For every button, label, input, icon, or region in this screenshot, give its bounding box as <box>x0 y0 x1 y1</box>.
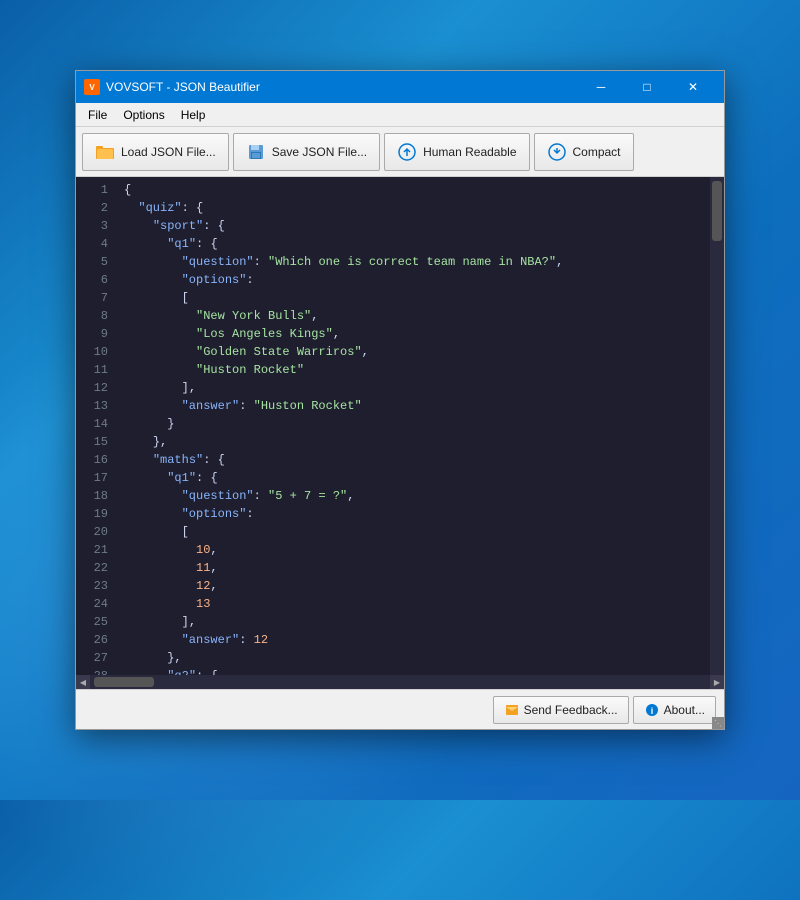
window-title: VOVSOFT - JSON Beautifier <box>106 80 578 94</box>
vertical-scrollbar[interactable] <box>710 177 724 675</box>
window-controls: ─ □ ✕ <box>578 71 716 103</box>
footer-bar: Send Feedback... i About... <box>76 689 724 729</box>
menu-bar: File Options Help <box>76 103 724 127</box>
save-json-label: Save JSON File... <box>272 145 367 159</box>
close-button[interactable]: ✕ <box>670 71 716 103</box>
scrollbar-thumb-v[interactable] <box>712 181 722 241</box>
scrollbar-thumb-h[interactable] <box>94 677 154 687</box>
editor-scroll-area: 1 2 3 4 5 6 7 8 9 10 11 12 13 14 15 16 1 <box>76 177 724 675</box>
about-button[interactable]: i About... <box>633 696 716 724</box>
compact-label: Compact <box>573 145 621 159</box>
compact-icon <box>547 142 567 162</box>
human-readable-label: Human Readable <box>423 145 516 159</box>
maximize-button[interactable]: □ <box>624 71 670 103</box>
code-editor[interactable]: 1 2 3 4 5 6 7 8 9 10 11 12 13 14 15 16 1 <box>76 177 724 689</box>
horizontal-scrollbar[interactable]: ◀ ▶ <box>76 675 724 689</box>
toolbar: Load JSON File... Save JSON File... <box>76 127 724 177</box>
compact-button[interactable]: Compact <box>534 133 634 171</box>
scroll-left-arrow[interactable]: ◀ <box>76 675 90 689</box>
app-icon: V <box>84 79 100 95</box>
save-icon <box>246 142 266 162</box>
code-content[interactable]: { "quiz": { "sport": { "q1": { "question… <box>116 177 710 675</box>
main-window: V VOVSOFT - JSON Beautifier ─ □ ✕ File O… <box>75 70 725 730</box>
load-json-button[interactable]: Load JSON File... <box>82 133 229 171</box>
minimize-button[interactable]: ─ <box>578 71 624 103</box>
scroll-right-arrow[interactable]: ▶ <box>710 675 724 689</box>
folder-icon <box>95 142 115 162</box>
menu-file[interactable]: File <box>80 106 115 124</box>
resize-handle[interactable]: ⋱ <box>712 717 724 729</box>
save-json-button[interactable]: Save JSON File... <box>233 133 380 171</box>
about-label: About... <box>664 703 705 717</box>
title-bar: V VOVSOFT - JSON Beautifier ─ □ ✕ <box>76 71 724 103</box>
feedback-icon <box>504 702 520 718</box>
human-readable-button[interactable]: Human Readable <box>384 133 529 171</box>
line-numbers: 1 2 3 4 5 6 7 8 9 10 11 12 13 14 15 16 1 <box>76 177 116 675</box>
editor-area: 1 2 3 4 5 6 7 8 9 10 11 12 13 14 15 16 1 <box>76 177 724 689</box>
load-json-label: Load JSON File... <box>121 145 216 159</box>
scrollbar-track-h[interactable] <box>90 675 710 689</box>
menu-options[interactable]: Options <box>115 106 172 124</box>
svg-text:i: i <box>650 706 653 716</box>
menu-help[interactable]: Help <box>173 106 214 124</box>
human-readable-icon <box>397 142 417 162</box>
send-feedback-label: Send Feedback... <box>524 703 618 717</box>
info-icon: i <box>644 702 660 718</box>
send-feedback-button[interactable]: Send Feedback... <box>493 696 629 724</box>
